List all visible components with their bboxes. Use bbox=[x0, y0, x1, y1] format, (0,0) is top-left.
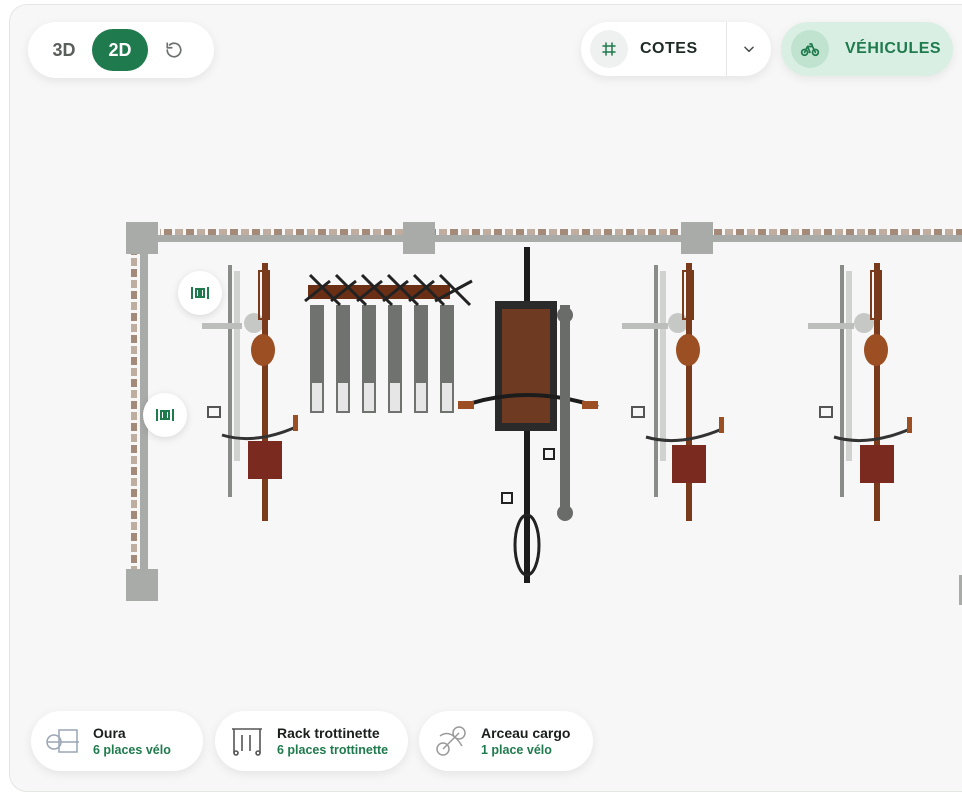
product-name: Oura bbox=[93, 725, 126, 741]
product-name: Arceau cargo bbox=[481, 725, 571, 741]
bike-pair-2[interactable] bbox=[622, 263, 724, 521]
product-name: Rack trottinette bbox=[277, 725, 380, 741]
product-capacity: 6 places vélo bbox=[93, 743, 171, 757]
product-card-arceau-cargo[interactable]: Arceau cargo 1 place vélo bbox=[419, 711, 593, 771]
cargo-bike[interactable] bbox=[458, 247, 599, 583]
resize-horizontal-icon bbox=[156, 409, 174, 421]
product-card-oura[interactable]: Oura 6 places vélo bbox=[31, 711, 203, 771]
resize-horizontal-icon bbox=[191, 287, 209, 299]
bike-rack-thumbnail bbox=[43, 721, 83, 761]
scooter-rack[interactable] bbox=[304, 273, 473, 413]
plan-viewer[interactable]: 3D 2D COTES VÉHICULES Oura 6 places vélo… bbox=[9, 4, 962, 792]
resize-handle-left[interactable] bbox=[143, 393, 187, 437]
cargo-rack-thumbnail bbox=[431, 721, 471, 761]
floor-plan bbox=[126, 222, 962, 605]
product-capacity: 1 place vélo bbox=[481, 743, 552, 757]
product-capacity: 6 places trottinette bbox=[277, 743, 389, 757]
scooter-rack-thumbnail bbox=[227, 721, 267, 761]
resize-handle-top[interactable] bbox=[178, 271, 222, 315]
bike-pair-3[interactable] bbox=[808, 263, 912, 521]
product-card-rack-trottinette[interactable]: Rack trottinette 6 places trottinette bbox=[215, 711, 408, 771]
